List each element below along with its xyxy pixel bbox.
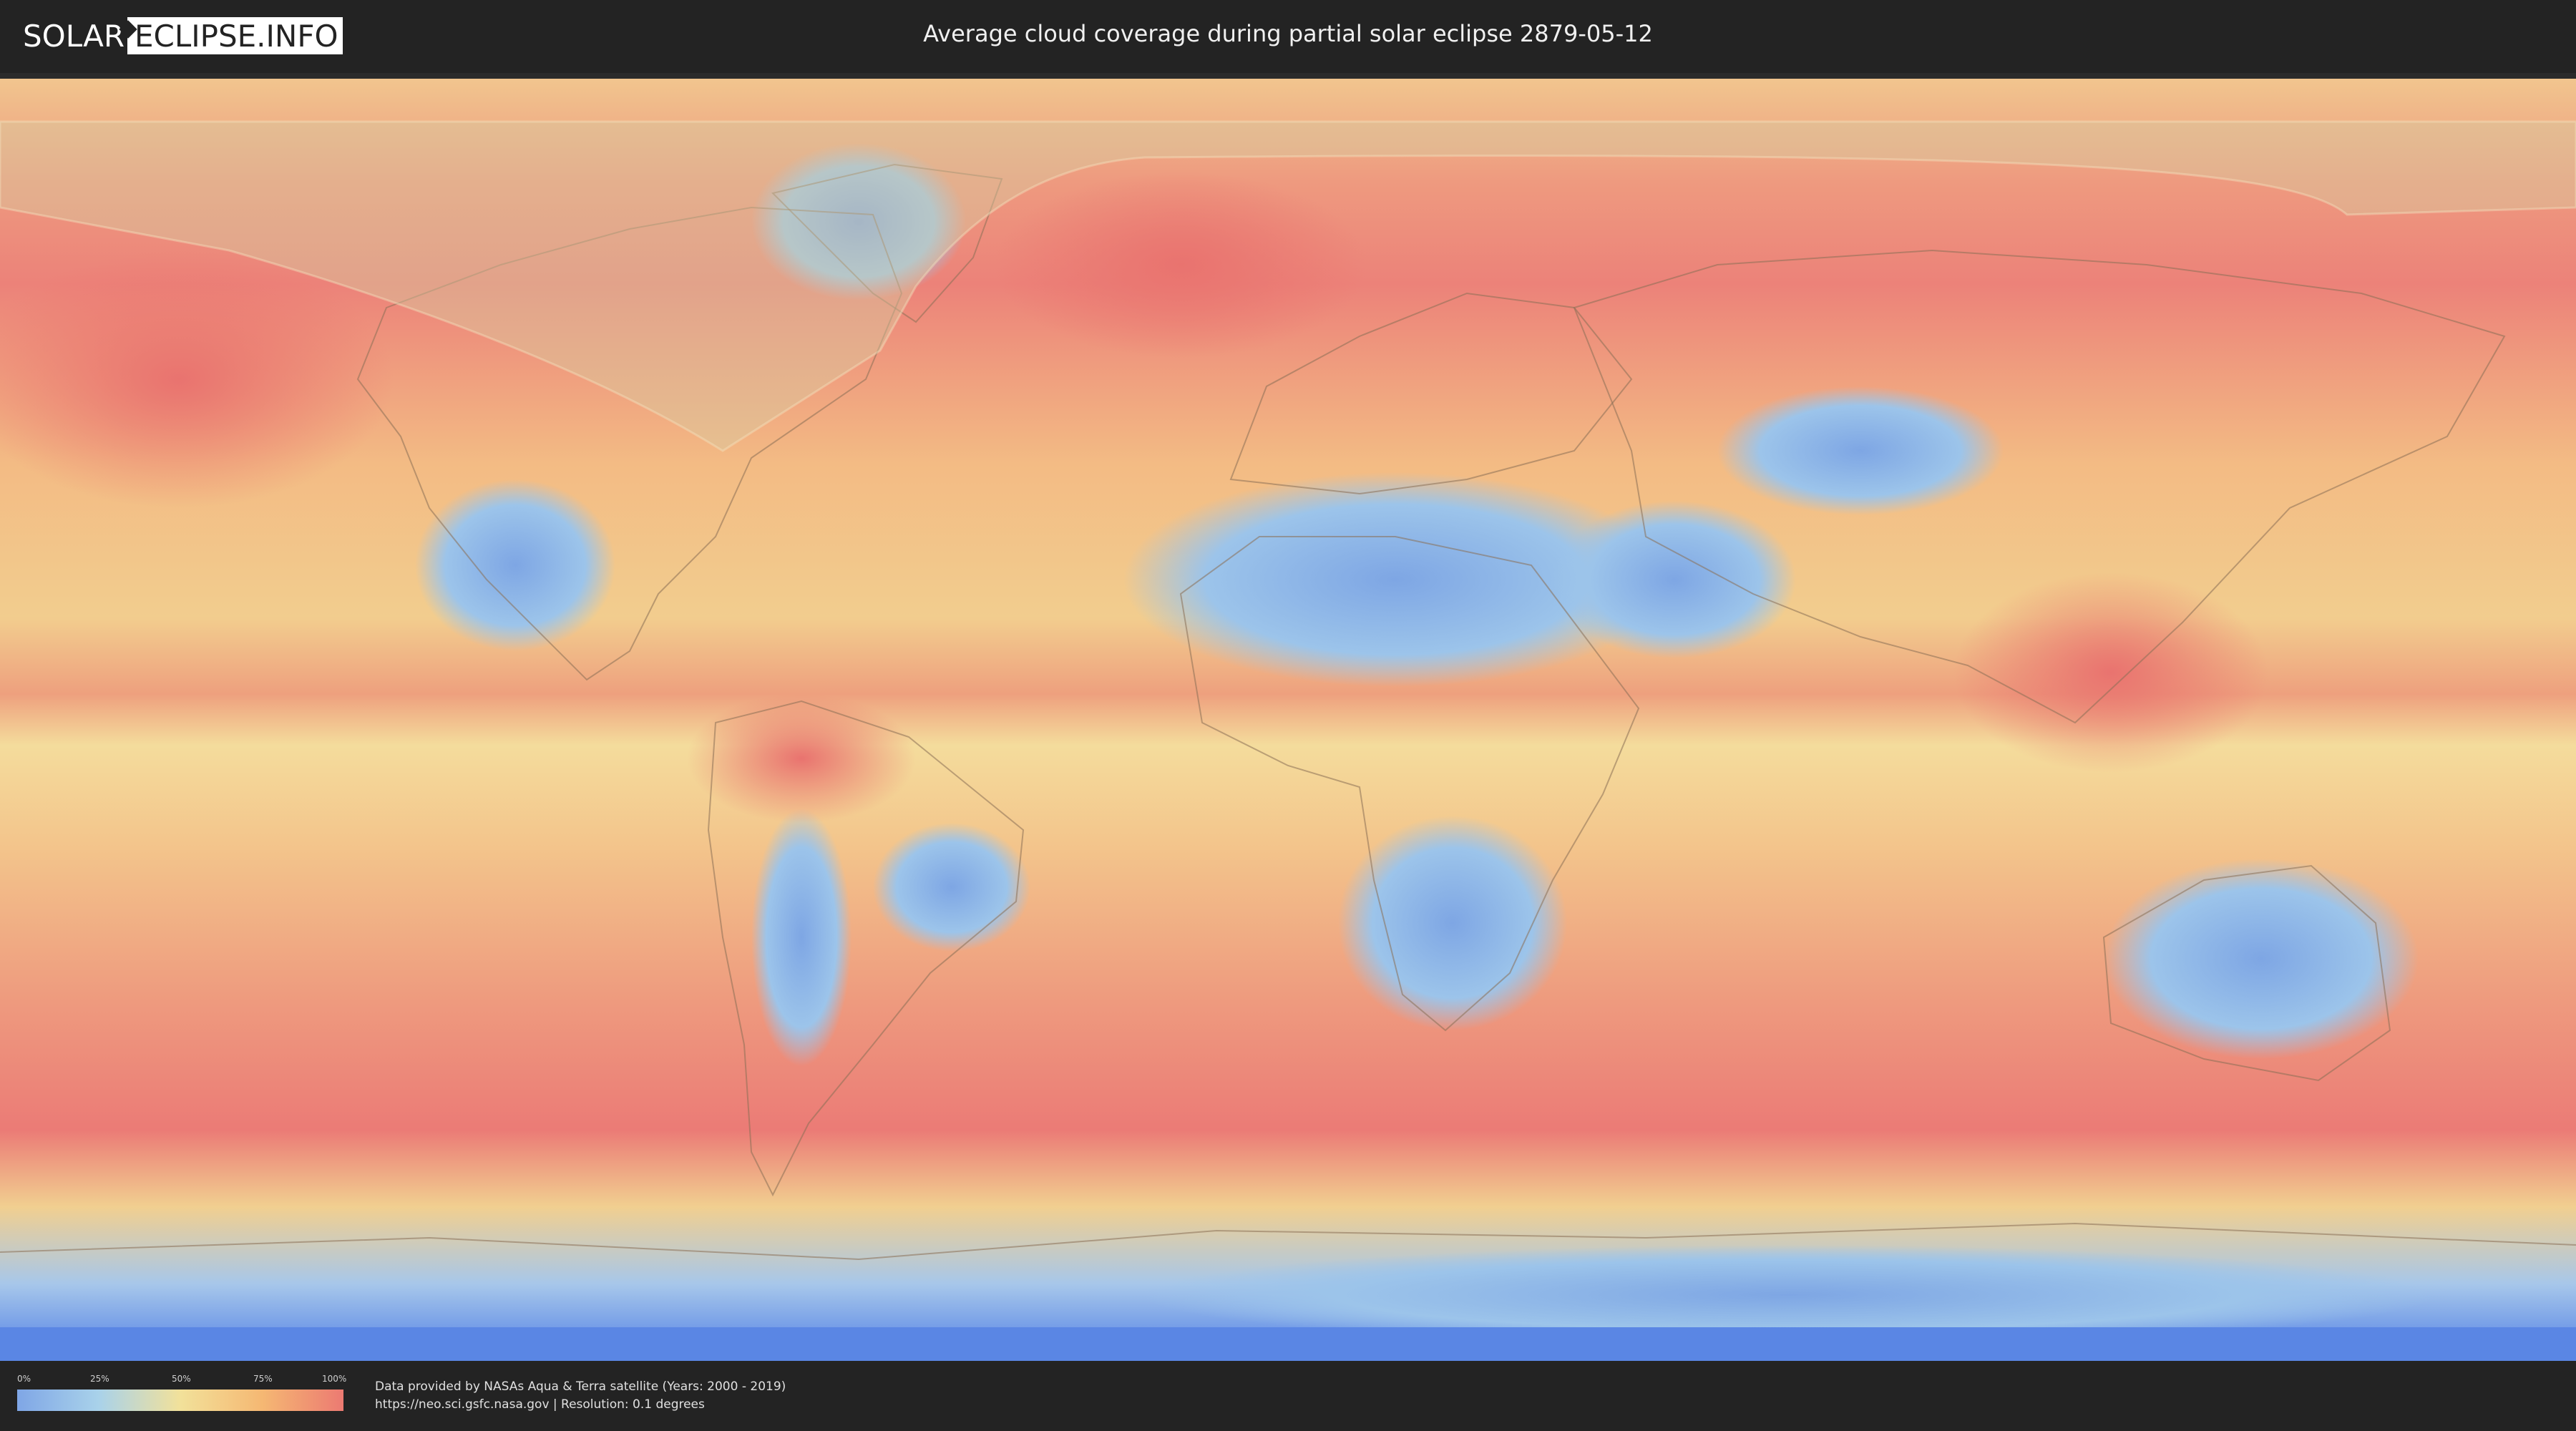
brazil-clear-region	[873, 823, 1030, 952]
page-title: Average cloud coverage during partial so…	[923, 20, 1653, 47]
credits-line-url[interactable]: https://neo.sci.gsfc.nasa.gov | Resoluti…	[375, 1396, 786, 1414]
cloud-coverage-map[interactable]	[0, 79, 2576, 1361]
australia-clear-region	[2104, 859, 2419, 1059]
southeast-asia-cloudy-region	[1953, 572, 2268, 773]
central-asia-clear-region	[1717, 386, 2004, 515]
color-scale-legend: 0% 25% 50% 75% 100%	[17, 1374, 347, 1411]
scale-tick-50: 50%	[172, 1374, 191, 1384]
andes-clear-region	[751, 809, 852, 1066]
scale-gradient-bar	[17, 1390, 343, 1411]
scale-ticks: 0% 25% 50% 75% 100%	[17, 1374, 347, 1385]
credits-line-source: Data provided by NASAs Aqua & Terra sate…	[375, 1379, 786, 1394]
arabia-clear-region	[1553, 501, 1796, 658]
scale-tick-75: 75%	[253, 1374, 273, 1384]
header-bar: SOLAR ECLIPSE.INFO Average cloud coverag…	[0, 0, 2576, 72]
amazon-cloudy-region	[687, 694, 916, 823]
scale-tick-100: 100%	[322, 1374, 347, 1384]
map-frame	[0, 73, 2576, 1361]
data-credits: Data provided by NASAs Aqua & Terra sate…	[375, 1378, 786, 1414]
north-atlantic-cloudy-region	[995, 172, 1367, 358]
scale-tick-25: 25%	[90, 1374, 109, 1384]
mexico-clear-region	[415, 479, 615, 651]
scale-tick-0: 0%	[17, 1374, 31, 1384]
antarctic-edge-band	[0, 1327, 2576, 1361]
